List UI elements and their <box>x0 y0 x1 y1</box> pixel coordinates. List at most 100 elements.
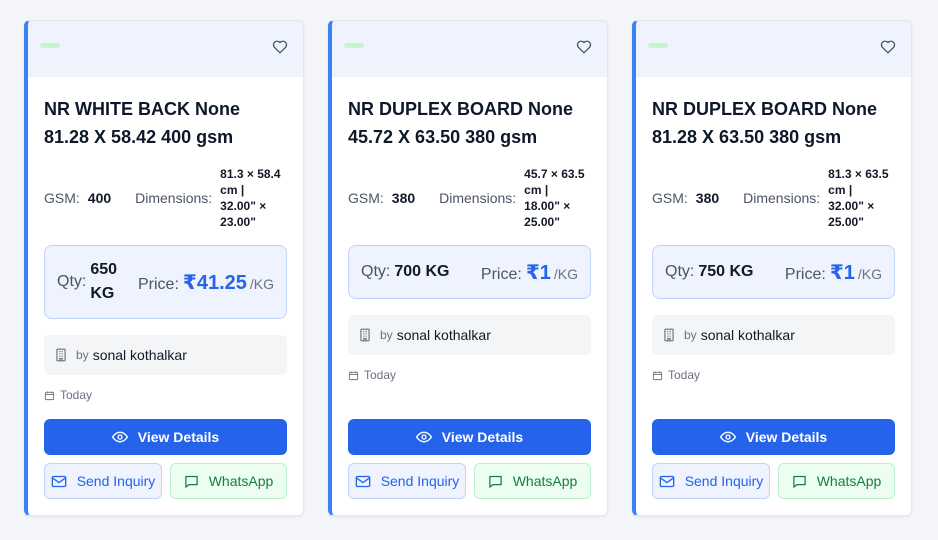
seller-box: by sonal kothalkar <box>44 335 287 375</box>
date-row: Today <box>652 368 700 382</box>
message-icon <box>488 474 503 489</box>
price-label: Price: <box>138 275 179 293</box>
price-value: ₹1 <box>525 261 551 284</box>
eye-icon <box>415 431 432 443</box>
dimensions-label: Dimensions: <box>439 190 517 206</box>
send-inquiry-label: Send Inquiry <box>380 473 460 489</box>
building-icon <box>54 348 68 362</box>
price-group: Price: ₹1 /KG <box>785 260 882 285</box>
favorite-button[interactable] <box>573 35 595 57</box>
spec-row: GSM: 380 Dimensions: 45.7 × 63.5 cm | 18… <box>348 165 604 231</box>
message-icon <box>184 474 199 489</box>
whatsapp-button[interactable]: WhatsApp <box>778 463 895 499</box>
heart-icon <box>880 39 896 54</box>
heart-icon <box>272 39 288 54</box>
price-value: ₹41.25 <box>182 271 247 294</box>
view-details-button[interactable]: View Details <box>652 419 895 455</box>
calendar-icon <box>348 370 359 381</box>
eye-icon <box>719 431 736 443</box>
qty-label: Qty: <box>361 263 391 280</box>
seller-box: by sonal kothalkar <box>652 315 895 355</box>
send-inquiry-label: Send Inquiry <box>76 473 156 489</box>
gsm-label: GSM: <box>348 190 384 206</box>
dimensions-value: 45.7 × 63.5 cm | 18.00" × 25.00" <box>524 167 585 229</box>
send-inquiry-button[interactable]: Send Inquiry <box>652 463 770 499</box>
price-unit: /KG <box>249 275 274 292</box>
favorite-button[interactable] <box>269 35 291 57</box>
date-row: Today <box>44 388 92 402</box>
view-details-button[interactable]: View Details <box>44 419 287 455</box>
view-details-label: View Details <box>745 429 828 445</box>
card-header <box>28 21 303 77</box>
gsm-value: 380 <box>695 190 720 206</box>
dimensions-label: Dimensions: <box>743 190 821 206</box>
seller-name: sonal kothalkar <box>700 327 795 343</box>
price-unit: /KG <box>857 265 882 282</box>
dimensions-label: Dimensions: <box>135 190 213 206</box>
qty-value: 700 KG <box>394 263 450 280</box>
qty-price-box: Qty: 650 KG Price: ₹41.25 /KG <box>44 245 287 319</box>
building-icon <box>662 328 676 342</box>
dimensions-value: 81.3 × 58.4 cm | 32.00" × 23.00" <box>220 167 281 229</box>
product-title: NR DUPLEX BOARD None 45.72 X 63.50 380 g… <box>348 99 574 147</box>
mail-icon <box>659 475 675 488</box>
whatsapp-button[interactable]: WhatsApp <box>170 463 287 499</box>
qty-value: 650 KG <box>90 261 118 302</box>
send-inquiry-button[interactable]: Send Inquiry <box>348 463 466 499</box>
product-card: NR DUPLEX BOARD None 81.28 X 63.50 380 g… <box>632 20 912 516</box>
mail-icon <box>355 475 371 488</box>
by-label: by <box>684 328 697 342</box>
price-group: Price: ₹1 /KG <box>481 260 578 285</box>
spec-row: GSM: 400 Dimensions: 81.3 × 58.4 cm | 32… <box>44 165 300 231</box>
price-unit: /KG <box>553 265 578 282</box>
building-icon <box>358 328 372 342</box>
message-icon <box>792 474 807 489</box>
seller-name: sonal kothalkar <box>92 347 187 363</box>
whatsapp-label: WhatsApp <box>512 473 578 489</box>
status-indicator <box>344 43 364 48</box>
by-label: by <box>76 348 89 362</box>
calendar-icon <box>652 370 663 381</box>
spec-row: GSM: 380 Dimensions: 81.3 × 63.5 cm | 32… <box>652 165 908 231</box>
listing-date: Today <box>60 388 93 402</box>
whatsapp-label: WhatsApp <box>208 473 274 489</box>
whatsapp-label: WhatsApp <box>816 473 882 489</box>
gsm-label: GSM: <box>44 190 80 206</box>
calendar-icon <box>44 390 55 401</box>
status-indicator <box>40 43 60 48</box>
dimensions-value: 81.3 × 63.5 cm | 32.00" × 25.00" <box>828 167 889 229</box>
by-label: by <box>380 328 393 342</box>
seller-box: by sonal kothalkar <box>348 315 591 355</box>
listing-date: Today <box>364 368 397 382</box>
qty-price-box: Qty: 700 KG Price: ₹1 /KG <box>348 245 591 299</box>
mail-icon <box>51 475 67 488</box>
price-label: Price: <box>784 265 826 283</box>
favorite-button[interactable] <box>877 35 899 57</box>
status-indicator <box>648 43 668 48</box>
heart-icon <box>576 39 592 54</box>
qty-value: 750 KG <box>698 263 754 280</box>
card-header <box>332 21 607 77</box>
send-inquiry-label: Send Inquiry <box>684 473 764 489</box>
product-card: NR DUPLEX BOARD None 45.72 X 63.50 380 g… <box>328 20 608 516</box>
price-group: Price: ₹41.25 /KG <box>138 270 274 295</box>
qty-label: Qty: <box>57 273 87 290</box>
price-value: ₹1 <box>829 261 855 284</box>
gsm-value: 400 <box>87 190 112 206</box>
view-details-button[interactable]: View Details <box>348 419 591 455</box>
price-label: Price: <box>480 265 522 283</box>
send-inquiry-button[interactable]: Send Inquiry <box>44 463 162 499</box>
listing-date: Today <box>668 368 701 382</box>
qty-label: Qty: <box>665 263 695 280</box>
gsm-label: GSM: <box>652 190 688 206</box>
card-header <box>636 21 911 77</box>
view-details-label: View Details <box>137 429 220 445</box>
whatsapp-button[interactable]: WhatsApp <box>474 463 591 499</box>
product-title: NR DUPLEX BOARD None 81.28 X 63.50 380 g… <box>652 99 878 147</box>
qty-price-box: Qty: 750 KG Price: ₹1 /KG <box>652 245 895 299</box>
seller-name: sonal kothalkar <box>396 327 491 343</box>
eye-icon <box>111 431 128 443</box>
product-title: NR WHITE BACK None 81.28 X 58.42 400 gsm <box>44 99 240 147</box>
product-card: NR WHITE BACK None 81.28 X 58.42 400 gsm… <box>24 20 304 516</box>
view-details-label: View Details <box>441 429 524 445</box>
